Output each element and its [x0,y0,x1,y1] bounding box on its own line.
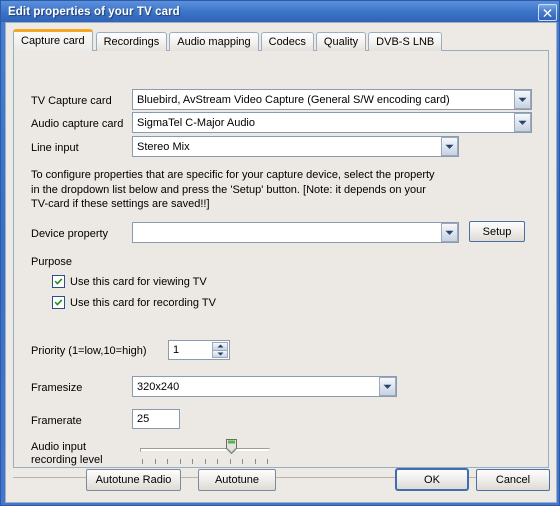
autotune-button[interactable]: Autotune [198,469,276,491]
purpose-label: Purpose [31,256,72,268]
tab-label: Audio mapping [177,36,251,48]
window-title: Edit properties of your TV card [8,5,180,18]
checkbox-label: Use this card for viewing TV [70,275,207,288]
dialog-client-area: Capture card Recordings Audio mapping Co… [5,22,557,503]
autotune-radio-button[interactable]: Autotune Radio [86,469,181,491]
tab-codecs[interactable]: Codecs [260,32,314,51]
line-input-value: Stereo Mix [137,140,190,153]
device-property-combo[interactable] [132,222,459,243]
device-property-label: Device property [31,228,109,240]
checkbox-box [52,296,65,309]
framerate-label: Framerate [31,415,82,427]
slider-thumb-icon [226,439,237,455]
tab-recordings[interactable]: Recordings [95,32,168,51]
cancel-button[interactable]: Cancel [476,469,550,491]
slider-track[interactable] [140,448,270,452]
priority-value: 1 [173,344,180,356]
chevron-down-icon[interactable] [514,90,531,109]
dialog-window: Edit properties of your TV card Capture … [0,0,560,506]
priority-spin-buttons [212,342,228,358]
tab-label: Recordings [103,36,160,48]
capture-card-panel: TV Capture card Bluebird, AvStream Video… [13,50,549,468]
tv-capture-card-combo[interactable]: Bluebird, AvStream Video Capture (Genera… [132,89,532,110]
tab-strip: Capture card Recordings Audio mapping Co… [13,29,444,51]
audio-level-slider[interactable] [140,437,270,471]
audio-capture-card-label: Audio capture card [31,118,124,130]
audio-level-label: Audio input recording level [31,441,103,466]
check-icon [54,298,63,306]
chevron-down-icon[interactable] [441,137,458,156]
tab-capture-card[interactable]: Capture card [13,29,93,51]
ok-button[interactable]: OK [395,468,469,491]
chevron-down-icon[interactable] [379,377,396,396]
chevron-down-icon[interactable] [514,113,531,132]
line-input-combo[interactable]: Stereo Mix [132,136,459,157]
slider-thumb[interactable] [226,439,237,455]
line-input-label: Line input [31,142,79,154]
framesize-label: Framesize [31,382,83,394]
spinner-up-icon[interactable] [212,342,228,351]
setup-button[interactable]: Setup [469,221,525,242]
tv-capture-card-label: TV Capture card [31,95,112,107]
checkbox-box [52,275,65,288]
tab-audio-mapping[interactable]: Audio mapping [169,32,259,51]
checkbox-label: Use this card for recording TV [70,296,216,309]
slider-ticks [142,459,268,465]
framesize-value: 320x240 [137,380,180,393]
chevron-down-icon[interactable] [441,223,458,242]
tab-label: DVB-S LNB [376,36,435,48]
audio-capture-card-value: SigmaTel C-Major Audio [137,116,255,129]
spinner-down-icon[interactable] [212,350,228,358]
audio-capture-card-combo[interactable]: SigmaTel C-Major Audio [132,112,532,133]
framerate-input[interactable]: 25 [132,409,180,429]
framesize-combo[interactable]: 320x240 [132,376,397,397]
title-bar: Edit properties of your TV card [1,1,559,22]
close-x-glyph [543,9,552,17]
priority-label: Priority (1=low,10=high) [31,345,147,357]
tab-label: Capture card [21,34,85,47]
tab-quality[interactable]: Quality [315,32,367,51]
tv-capture-card-value: Bluebird, AvStream Video Capture (Genera… [137,93,450,106]
device-property-description: To configure properties that are specifi… [31,169,435,210]
priority-stepper[interactable]: 1 [168,340,230,360]
tab-dvb-s-lnb[interactable]: DVB-S LNB [368,32,443,51]
checkbox-recording-tv[interactable]: Use this card for recording TV [52,296,216,309]
tab-label: Quality [323,36,359,48]
check-icon [54,277,63,285]
tab-label: Codecs [268,36,306,48]
close-icon[interactable] [538,4,557,21]
checkbox-viewing-tv[interactable]: Use this card for viewing TV [52,275,207,288]
